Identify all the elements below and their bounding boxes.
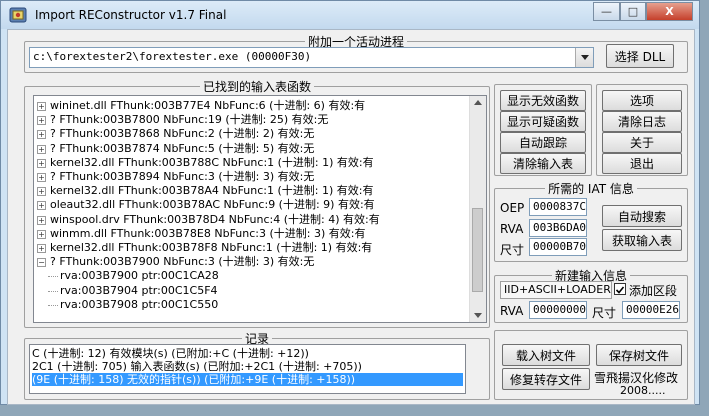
import-tree-item-label: kernel32.dll FThunk:003B788C NbFunc:1 (十…: [50, 155, 374, 169]
imports-tree[interactable]: + wininet.dll FThunk:003B77E4 NbFunc:6 (十…: [33, 95, 487, 323]
import-tree-item[interactable]: + oleaut32.dll FThunk:003B78AC NbFunc:9 (…: [34, 198, 464, 212]
import-child-item[interactable]: rva:003B7904 ptr:00C1C5F4: [48, 283, 218, 298]
add-section-checkbox[interactable]: [614, 283, 626, 295]
window-title: Import REConstructor v1.7 Final: [35, 8, 227, 22]
main-window: Import REConstructor v1.7 Final — □ X 附加…: [0, 0, 700, 405]
exit-button[interactable]: 退出: [602, 153, 682, 174]
tree-connector: [48, 276, 58, 278]
log-line[interactable]: C (十进制: 12) 有效模块(s) (已附加:+C (十进制: +12)): [32, 347, 463, 360]
expand-icon[interactable]: +: [37, 158, 46, 168]
scroll-down-icon[interactable]: [474, 313, 482, 318]
iat-legend: 所需的 IAT 信息: [548, 182, 634, 196]
new-rva-field[interactable]: 00000000: [529, 301, 587, 319]
import-tree-item-label: wininet.dll FThunk:003B77E4 NbFunc:6 (十进…: [50, 99, 366, 112]
scroll-thumb[interactable]: [472, 208, 483, 292]
tree-connector: [48, 290, 58, 292]
import-tree-item[interactable]: + ? FThunk:003B7868 NbFunc:2 (十进制: 2) 有效:…: [34, 127, 464, 141]
import-child-item[interactable]: rva:003B7900 ptr:00C1CA28: [48, 269, 219, 283]
import-tree-item-label: winspool.drv FThunk:003B78D4 NbFunc:4 (十…: [50, 212, 380, 226]
import-tree-item-label: kernel32.dll FThunk:003B78A4 NbFunc:1 (十…: [50, 184, 374, 198]
new-rva-label: RVA: [500, 304, 524, 318]
imports-legend: 已找到的输入表函数: [202, 80, 311, 94]
import-tree-item[interactable]: + kernel32.dll FThunk:003B78A4 NbFunc:1 (…: [34, 184, 464, 198]
import-tree-item[interactable]: + ? FThunk:003B7894 NbFunc:3 (十进制: 3) 有效:…: [34, 170, 464, 184]
add-section-label: 添加区段: [629, 284, 678, 298]
expand-icon[interactable]: +: [37, 215, 46, 225]
import-child-label: rva:003B7904 ptr:00C1C5F4: [60, 283, 218, 297]
import-tree-item[interactable]: + kernel32.dll FThunk:003B788C NbFunc:1 (…: [34, 156, 464, 170]
title-bar: Import REConstructor v1.7 Final — □ X: [1, 1, 699, 29]
minimize-button[interactable]: —: [593, 2, 620, 21]
import-tree-item[interactable]: + kernel32.dll FThunk:003B78F8 NbFunc:1 (…: [34, 241, 464, 255]
iat-size-label: 尺寸: [500, 243, 525, 257]
import-child-item[interactable]: rva:003B7908 ptr:00C1C550: [48, 297, 219, 312]
new-size-label: 尺寸: [592, 306, 617, 320]
log-line[interactable]: 2C1 (十进制: 705) 输入表函数(s) (已附加:+2C1 (十进制: …: [32, 360, 463, 373]
import-tree-item-label: ? FThunk:003B7900 NbFunc:3 (十进制: 3) 有效:无: [50, 255, 315, 269]
get-imports-button[interactable]: 获取输入表: [602, 229, 682, 251]
client-area: 附加一个活动进程 c:\forextester2\forextester.exe…: [7, 29, 695, 405]
load-tree-button[interactable]: 载入树文件: [502, 344, 590, 366]
expand-icon[interactable]: +: [37, 229, 46, 239]
fix-dump-button[interactable]: 修复转存文件: [502, 368, 590, 390]
expand-icon[interactable]: +: [37, 187, 46, 197]
iat-rva-label: RVA: [500, 222, 524, 236]
expand-icon[interactable]: +: [37, 102, 46, 111]
show-suspect-button[interactable]: 显示可疑函数: [500, 111, 586, 132]
import-tree-item[interactable]: + wininet.dll FThunk:003B77E4 NbFunc:6 (十…: [34, 99, 464, 113]
import-tree-item-label: oleaut32.dll FThunk:003B78AC NbFunc:9 (十…: [50, 198, 375, 212]
save-tree-button[interactable]: 保存树文件: [596, 344, 682, 366]
about-button[interactable]: 关于: [602, 132, 682, 153]
clear-imports-button[interactable]: 清除输入表: [500, 153, 586, 174]
scroll-up-icon[interactable]: [474, 100, 482, 105]
import-tree-item-label: ? FThunk:003B7874 NbFunc:5 (十进制: 5) 有效:无: [50, 141, 315, 155]
log-list[interactable]: C (十进制: 12) 有效模块(s) (已附加:+C (十进制: +12)) 2…: [29, 344, 466, 394]
iat-size-field[interactable]: 00000B70: [529, 238, 587, 256]
import-tree-item[interactable]: + ? FThunk:003B7874 NbFunc:5 (十进制: 5) 有效:…: [34, 142, 464, 156]
tree-connector: [48, 304, 58, 306]
expand-icon[interactable]: +: [37, 144, 46, 154]
select-dll-button[interactable]: 选择 DLL: [606, 44, 674, 68]
close-button[interactable]: X: [646, 2, 693, 21]
expand-icon[interactable]: +: [37, 201, 46, 211]
import-tree-item-label: kernel32.dll FThunk:003B78F8 NbFunc:1 (十…: [50, 241, 373, 254]
process-value: c:\forextester2\forextester.exe (00000F3…: [33, 50, 312, 63]
credit-year: 2008.....: [620, 384, 666, 397]
expand-icon[interactable]: +: [37, 244, 46, 253]
import-child-label: rva:003B7908 ptr:00C1C550: [60, 297, 219, 311]
checkmark-icon: [615, 286, 625, 294]
import-tree-item-label: winmm.dll FThunk:003B78E8 NbFunc:3 (十进制:…: [50, 226, 366, 240]
auto-search-button[interactable]: 自动搜索: [602, 205, 682, 227]
new-size-field[interactable]: 00000E26: [622, 301, 680, 319]
import-tree-item[interactable]: −? FThunk:003B7900 NbFunc:3 (十进制: 3) 有效:…: [34, 255, 464, 269]
import-tree-item[interactable]: + winmm.dll FThunk:003B78E8 NbFunc:3 (十进制…: [34, 227, 464, 241]
process-select[interactable]: c:\forextester2\forextester.exe (00000F3…: [29, 47, 594, 68]
maximize-button[interactable]: □: [620, 2, 646, 21]
clear-log-button[interactable]: 清除日志: [602, 111, 682, 132]
import-tree-item-label: ? FThunk:003B7800 NbFunc:19 (十进制: 25) 有效…: [50, 113, 329, 127]
import-child-label: rva:003B7900 ptr:00C1CA28: [60, 269, 219, 283]
import-tree-item[interactable]: + ? FThunk:003B7800 NbFunc:19 (十进制: 25) 有…: [34, 113, 464, 127]
options-button[interactable]: 选项: [602, 90, 682, 111]
expand-icon[interactable]: +: [37, 173, 46, 182]
import-mode-select[interactable]: IID+ASCII+LOADER: [500, 281, 612, 299]
collapse-icon[interactable]: −: [37, 258, 46, 268]
oep-label: OEP: [500, 201, 525, 215]
expand-icon[interactable]: +: [37, 116, 46, 126]
import-tree-item-label: ? FThunk:003B7894 NbFunc:3 (十进制: 3) 有效:无: [50, 170, 315, 183]
app-icon: [9, 7, 27, 23]
show-invalid-button[interactable]: 显示无效函数: [500, 90, 586, 111]
import-tree-item[interactable]: + winspool.drv FThunk:003B78D4 NbFunc:4 (…: [34, 213, 464, 227]
iat-rva-field[interactable]: 003B6DA0: [529, 219, 587, 237]
tree-scrollbar[interactable]: [469, 96, 486, 322]
log-line[interactable]: (9E (十进制: 158) 无效的指针(s)) (已附加:+9E (十进制: …: [32, 373, 463, 386]
import-tree-item-label: ? FThunk:003B7868 NbFunc:2 (十进制: 2) 有效:无: [50, 127, 315, 141]
chevron-down-icon[interactable]: [575, 48, 593, 67]
oep-field[interactable]: 0000837C: [529, 198, 587, 216]
expand-icon[interactable]: +: [37, 130, 46, 140]
auto-trace-button[interactable]: 自动跟踪: [500, 132, 586, 153]
